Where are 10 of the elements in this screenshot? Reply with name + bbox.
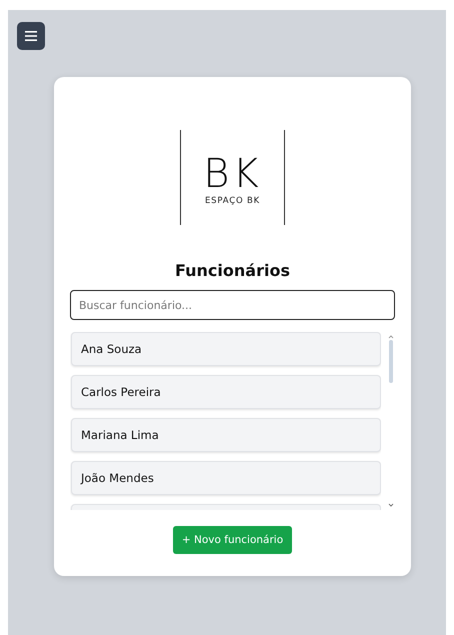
employee-item[interactable]: Mariana Lima [71, 418, 381, 452]
menu-icon [25, 31, 37, 41]
logo-mark: BK [203, 154, 262, 194]
search-field[interactable]: Buscar funcionário... [70, 290, 395, 320]
menu-button[interactable] [17, 22, 45, 50]
employee-item[interactable]: João Mendes [71, 461, 381, 495]
employee-item[interactable]: Ana Souza [71, 332, 381, 366]
employee-item[interactable]: Carlos Pereira [71, 375, 381, 409]
page-title: Funcionários [175, 261, 290, 280]
logo-name: ESPAÇO BK [205, 196, 260, 206]
